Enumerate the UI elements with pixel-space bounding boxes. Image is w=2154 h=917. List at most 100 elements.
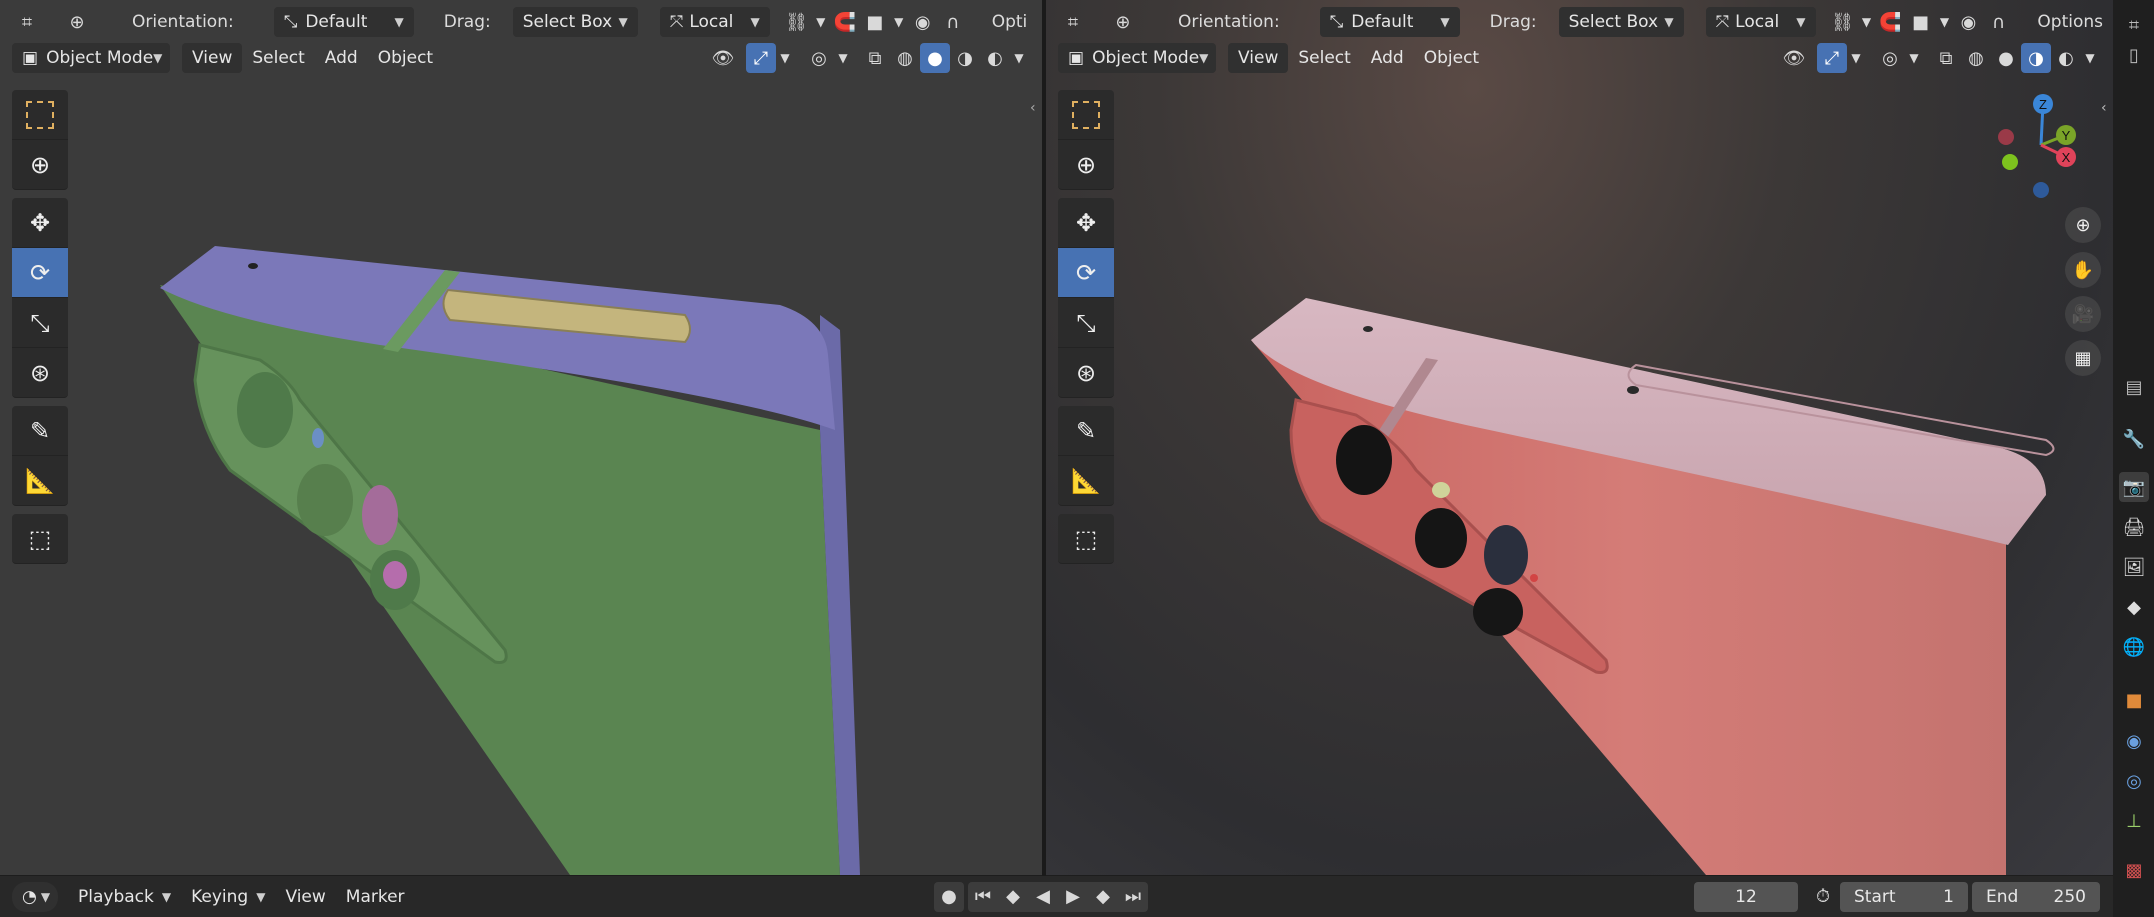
- select-box-icon[interactable]: [12, 90, 68, 140]
- sidebar-toggle-icon[interactable]: ‹: [1030, 100, 1036, 116]
- snap-icon[interactable]: 🧲: [1875, 7, 1905, 37]
- view-menu[interactable]: View: [1228, 43, 1289, 73]
- play-reverse-icon[interactable]: ◀: [1028, 882, 1058, 912]
- output-icon[interactable]: 🖨: [2119, 512, 2149, 542]
- editor-type-icon[interactable]: ⌗: [1058, 7, 1088, 37]
- move-icon[interactable]: ✥: [12, 198, 68, 248]
- chevron-down-icon[interactable]: ▼: [812, 7, 830, 37]
- xray-icon[interactable]: ⧉: [860, 43, 890, 73]
- drag-dropdown[interactable]: Select Box ▼: [512, 7, 638, 37]
- zoom-icon[interactable]: ⊕: [2065, 207, 2101, 243]
- wireframe-shading-icon[interactable]: ◍: [1961, 43, 1991, 73]
- chevron-down-icon[interactable]: ▼: [834, 43, 852, 73]
- layout-icon[interactable]: ▤: [2119, 372, 2149, 402]
- object-menu[interactable]: Object: [1414, 43, 1489, 73]
- overlays-icon[interactable]: ◎: [1875, 43, 1905, 73]
- chevron-down-icon[interactable]: ▼: [2081, 43, 2099, 73]
- camera-icon[interactable]: 🎥: [2065, 296, 2101, 332]
- world-icon[interactable]: 🌐: [2119, 632, 2149, 662]
- drag-dropdown[interactable]: Select Box ▼: [1558, 7, 1684, 37]
- orientation-dropdown[interactable]: ⤡ Default ▼: [273, 7, 414, 37]
- modifier-icon[interactable]: ◉: [2119, 726, 2149, 756]
- render-icon[interactable]: 📷: [2119, 472, 2149, 502]
- solid-shading-icon[interactable]: ●: [1991, 43, 2021, 73]
- mode-dropdown[interactable]: ▣ Object Mode ▼: [12, 43, 170, 73]
- add-cube-icon[interactable]: ⬚: [1058, 514, 1114, 564]
- snap-target-icon[interactable]: ■: [1905, 7, 1935, 37]
- perspective-grid-icon[interactable]: ▦: [2065, 340, 2101, 376]
- search-icon[interactable]: ▯: [2119, 40, 2149, 70]
- xray-icon[interactable]: ⧉: [1931, 43, 1961, 73]
- constraints-icon[interactable]: ⊥: [2119, 806, 2149, 836]
- prev-keyframe-icon[interactable]: ◆: [998, 882, 1028, 912]
- select-menu[interactable]: Select: [1288, 43, 1360, 73]
- pivot-link-icon[interactable]: ⛓: [1828, 7, 1858, 37]
- add-cube-icon[interactable]: ⬚: [12, 514, 68, 564]
- rendered-shading-icon[interactable]: ◐: [980, 43, 1010, 73]
- pivot-link-icon[interactable]: ⛓: [782, 7, 812, 37]
- viewport-solid[interactable]: ⌗ ⊕ Orientation: ⤡ Default ▼ Drag: Select …: [0, 0, 1042, 875]
- measure-icon[interactable]: 📐: [1058, 456, 1114, 506]
- chevron-down-icon[interactable]: ▼: [1010, 43, 1028, 73]
- proportional-edit-icon[interactable]: ◉: [1953, 7, 1983, 37]
- chevron-down-icon[interactable]: ▼: [890, 7, 908, 37]
- select-box-icon[interactable]: [1058, 90, 1114, 140]
- chevron-down-icon[interactable]: ▼: [1858, 7, 1876, 37]
- material-shading-icon[interactable]: ◑: [950, 43, 980, 73]
- record-icon[interactable]: ●: [934, 881, 964, 912]
- playback-menu[interactable]: Playback ▼: [68, 882, 181, 912]
- scene-icon[interactable]: ◆: [2119, 592, 2149, 622]
- start-frame-field[interactable]: Start 1: [1840, 881, 1968, 912]
- visibility-icon[interactable]: 👁: [708, 43, 738, 73]
- timeline-editor-type-icon[interactable]: ◔ ▼: [12, 881, 58, 912]
- scale-icon[interactable]: ⤡: [1058, 298, 1114, 348]
- rotate-icon[interactable]: ⟳: [12, 248, 68, 298]
- view-menu[interactable]: View: [182, 43, 243, 73]
- select-menu[interactable]: Select: [242, 43, 314, 73]
- transform-pivot-icon[interactable]: ⊕: [1108, 7, 1138, 37]
- mode-dropdown[interactable]: ▣ Object Mode ▼: [1058, 43, 1216, 73]
- gizmo-toggle-icon[interactable]: ⤢: [1817, 43, 1847, 73]
- editor-type-icon[interactable]: ⌗: [2119, 10, 2149, 40]
- view-layer-icon[interactable]: 🖼: [2119, 552, 2149, 582]
- visibility-icon[interactable]: 👁: [1779, 43, 1809, 73]
- annotate-icon[interactable]: ✎: [12, 406, 68, 456]
- proportional-edit-icon[interactable]: ◉: [908, 7, 938, 37]
- scale-icon[interactable]: ⤡: [12, 298, 68, 348]
- next-keyframe-icon[interactable]: ◆: [1088, 882, 1118, 912]
- pan-hand-icon[interactable]: ✋: [2065, 252, 2101, 288]
- add-menu[interactable]: Add: [1361, 43, 1414, 73]
- options-button[interactable]: Options: [2027, 12, 2113, 32]
- texture-icon[interactable]: ▩: [2119, 855, 2149, 885]
- transform-space-dropdown[interactable]: ⤧ Local ▼: [1705, 7, 1816, 37]
- chevron-down-icon[interactable]: ▼: [1935, 7, 1953, 37]
- add-menu[interactable]: Add: [315, 43, 368, 73]
- annotate-icon[interactable]: ✎: [1058, 406, 1114, 456]
- gizmo-toggle-icon[interactable]: ⤢: [746, 43, 776, 73]
- falloff-icon[interactable]: ∩: [1983, 7, 2013, 37]
- gizmo-neg-x[interactable]: [1998, 129, 2014, 145]
- solid-shading-icon[interactable]: ●: [920, 43, 950, 73]
- stopwatch-icon[interactable]: ⏱: [1808, 882, 1838, 912]
- snap-target-icon[interactable]: ■: [860, 7, 890, 37]
- tool-wrench-icon[interactable]: 🔧: [2119, 424, 2149, 454]
- falloff-icon[interactable]: ∩: [938, 7, 968, 37]
- cursor-icon[interactable]: ⊕: [12, 140, 68, 190]
- current-frame-field[interactable]: 12: [1694, 881, 1798, 912]
- transform-icon[interactable]: ⊛: [12, 348, 68, 398]
- measure-icon[interactable]: 📐: [12, 456, 68, 506]
- marker-menu[interactable]: Marker: [336, 882, 415, 912]
- rotate-icon[interactable]: ⟳: [1058, 248, 1114, 298]
- end-frame-field[interactable]: End 250: [1972, 881, 2100, 912]
- object-icon[interactable]: ■: [2119, 685, 2149, 715]
- overlays-icon[interactable]: ◎: [804, 43, 834, 73]
- physics-icon[interactable]: ◎: [2119, 766, 2149, 796]
- editor-type-icon[interactable]: ⌗: [12, 7, 42, 37]
- jump-start-icon[interactable]: ⏮: [968, 882, 998, 912]
- chevron-down-icon[interactable]: ▼: [1905, 43, 1923, 73]
- rendered-shading-icon[interactable]: ◐: [2051, 43, 2081, 73]
- sidebar-toggle-icon[interactable]: ‹: [2101, 100, 2107, 116]
- move-icon[interactable]: ✥: [1058, 198, 1114, 248]
- gizmo-neg-y[interactable]: [2002, 154, 2018, 170]
- chevron-down-icon[interactable]: ▼: [776, 43, 794, 73]
